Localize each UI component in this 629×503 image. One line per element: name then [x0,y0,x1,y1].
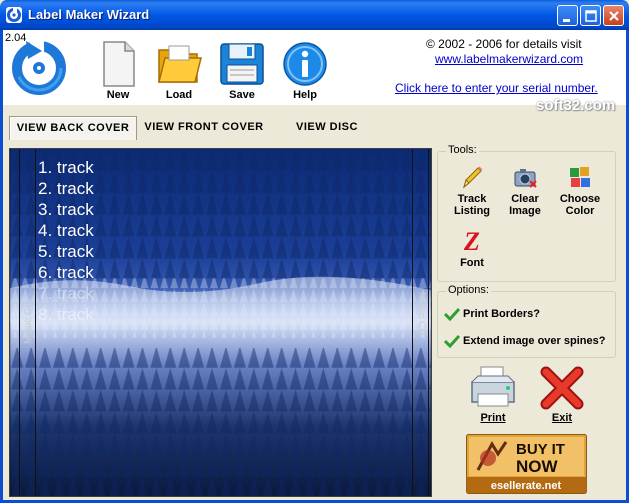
pencil-icon [463,166,483,189]
right-spine: Music CD [412,149,429,496]
track-item: 3. track [38,200,94,219]
new-label: New [106,89,130,101]
choose-color-label-2: Color [565,205,595,217]
print-button[interactable]: Print [463,364,523,424]
track-listing-label-2: Listing [453,205,491,217]
track-list[interactable]: 1. track 2. track 3. track 4. track 5. t… [38,157,94,325]
buy-vendor: esellerate.net [491,480,562,492]
header-area: 2.04 New Load Save Help © 2002 - 2006 fo… [3,30,626,105]
left-spine: Music CD [19,149,36,496]
choose-color-label-1: Choose [559,193,601,205]
choose-color-button[interactable]: Choose Color [554,165,606,217]
close-button[interactable] [603,5,624,26]
minimize-button[interactable] [557,5,578,26]
help-button[interactable]: Help [277,40,333,102]
maximize-button[interactable] [580,5,601,26]
clear-image-button[interactable]: Clear Image [499,165,551,217]
track-item: 1. track [38,158,94,177]
watermark-text: soft32.com [536,97,616,114]
buy-it-now-banner: BUY IT NOW esellerate.net [466,434,587,494]
load-button[interactable]: Load [151,40,207,102]
save-label: Save [229,89,255,101]
extend-image-option[interactable]: Extend image over spines? [444,334,605,348]
window-title: Label Maker Wizard [28,7,150,22]
app-logo-icon [8,37,70,104]
serial-number-link[interactable]: Click here to enter your serial number. [395,81,598,95]
buy-it-now-button[interactable]: BUY IT NOW esellerate.net [466,434,587,494]
copyright-text: © 2002 - 2006 for details visit [426,37,582,51]
tools-group: Tools: Track Listing Clear Image Choose … [437,144,616,282]
tab-view-front-cover[interactable]: VIEW FRONT COVER [141,116,267,140]
exit-x-icon [540,366,584,410]
help-label: Help [293,89,317,101]
font-label: Font [460,257,484,269]
left-spine-text: Music CD [23,300,34,344]
buy-line2: NOW [516,457,559,476]
printer-icon [471,366,515,407]
options-group: Options: Print Borders? Extend image ove… [437,284,616,358]
app-icon[interactable] [6,7,22,23]
track-item: 4. track [38,221,94,240]
tab-view-back-cover[interactable]: VIEW BACK COVER [9,116,137,140]
track-item: 6. track [38,263,94,282]
track-item: 8. track [38,305,94,324]
buy-line1: BUY IT [516,441,565,458]
checkmark-icon [444,334,460,348]
info-icon [283,42,327,86]
floppy-disk-icon [220,43,264,85]
print-borders-label: Print Borders? [463,307,541,320]
camera-icon [514,169,537,188]
clear-image-label-2: Image [509,205,541,217]
load-label: Load [165,89,193,101]
font-z-icon: Z [463,227,480,255]
extend-image-label: Extend image over spines? [463,334,606,347]
tab-view-disc[interactable]: VIEW DISC [282,116,372,140]
track-listing-button[interactable]: Track Listing [446,165,498,217]
exit-label: Exit [551,412,573,424]
color-palette-icon [570,167,590,187]
clear-image-label-1: Clear [511,193,539,205]
website-link[interactable]: www.labelmakerwizard.com [435,52,583,66]
right-spine-text: Music CD [416,292,427,336]
font-button[interactable]: Z Font [446,227,498,269]
title-bar[interactable]: Label Maker Wizard [0,0,629,30]
track-item: 2. track [38,179,94,198]
save-button[interactable]: Save [214,40,270,102]
cover-preview[interactable]: Music CD Music CD 1. track 2. track 3. t… [9,148,432,497]
track-item: 5. track [38,242,94,261]
options-group-title: Options: [446,284,491,296]
new-document-icon [103,41,135,87]
exit-button[interactable]: Exit [532,364,592,424]
print-borders-option[interactable]: Print Borders? [444,307,540,321]
print-label: Print [480,412,506,424]
new-button[interactable]: New [90,40,146,102]
track-listing-label-1: Track [457,193,487,205]
checkmark-icon [444,307,460,321]
tools-group-title: Tools: [446,144,479,156]
track-item: 7. track [38,284,94,303]
svg-text:Z: Z [463,227,480,255]
folder-icon [158,45,202,83]
